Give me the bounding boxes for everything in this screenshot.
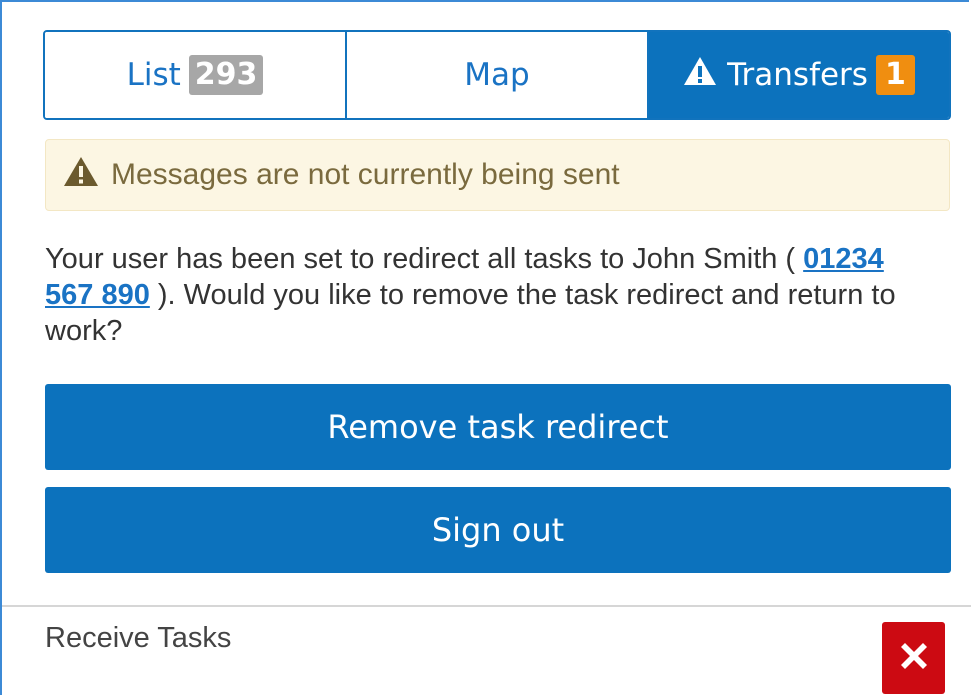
tab-map[interactable]: Map	[345, 32, 647, 118]
close-icon	[895, 637, 933, 680]
redirect-message: Your user has been set to redirect all t…	[45, 241, 935, 349]
alert-text: Messages are not currently being sent	[111, 158, 620, 191]
message-text-after: ). Would you like to remove the task red…	[45, 279, 896, 347]
tab-list-label: List	[126, 57, 181, 93]
tab-transfers-label: Transfers	[727, 57, 868, 93]
tab-list[interactable]: List 293	[45, 32, 345, 118]
receive-tasks-toggle[interactable]	[882, 622, 945, 694]
list-count-badge: 293	[188, 55, 264, 95]
tab-transfers[interactable]: Transfers 1	[647, 32, 949, 118]
warning-icon	[683, 56, 717, 94]
divider	[2, 605, 971, 607]
warning-alert: Messages are not currently being sent	[45, 139, 950, 211]
transfers-count-badge: 1	[875, 55, 915, 95]
sign-out-button[interactable]: Sign out	[45, 487, 951, 573]
tab-bar: List 293 Map Transfers 1	[43, 30, 951, 120]
tab-map-label: Map	[464, 57, 530, 93]
receive-tasks-label: Receive Tasks	[45, 622, 232, 654]
remove-task-redirect-button[interactable]: Remove task redirect	[45, 384, 951, 470]
app-frame: List 293 Map Transfers 1 Messages are no…	[0, 0, 971, 695]
message-text-before: Your user has been set to redirect all t…	[45, 243, 804, 275]
warning-icon	[63, 156, 99, 195]
